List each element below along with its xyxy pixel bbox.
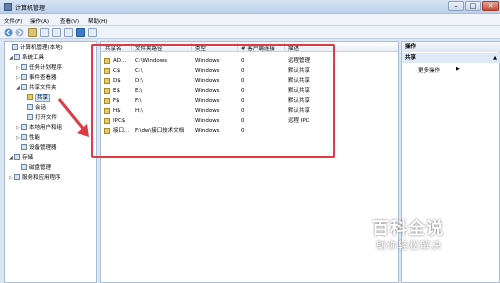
actions-header: 操作 bbox=[402, 42, 500, 52]
minimize-button[interactable]: – bbox=[448, 1, 464, 11]
performance-icon bbox=[21, 134, 27, 140]
forward-icon[interactable] bbox=[15, 28, 24, 37]
session-icon bbox=[27, 104, 33, 110]
tools-icon bbox=[14, 54, 20, 60]
disk-icon bbox=[21, 164, 27, 170]
menu-help[interactable]: 帮助(H) bbox=[88, 17, 107, 25]
watermark-subtitle: 助你轻松解决 bbox=[376, 241, 442, 252]
tree-item-shares[interactable]: 共享 bbox=[27, 94, 51, 103]
open-files-icon bbox=[27, 114, 33, 120]
maximize-button[interactable]: □ bbox=[465, 1, 481, 11]
tree-item-open-files[interactable]: 打开文件 bbox=[27, 114, 57, 123]
storage-icon bbox=[14, 154, 20, 160]
refresh-icon[interactable] bbox=[52, 28, 61, 37]
actions-section-shares[interactable]: 共享 ▲ bbox=[402, 53, 500, 63]
tree-item-performance[interactable]: ▷ 性能 bbox=[16, 134, 40, 143]
close-button[interactable]: ✕ bbox=[482, 1, 499, 11]
tree-item-sessions[interactable]: 会话 bbox=[27, 104, 46, 113]
menu-view[interactable]: 查看(V) bbox=[60, 17, 79, 25]
export-list-icon[interactable] bbox=[64, 28, 73, 37]
up-folder-icon[interactable] bbox=[28, 28, 37, 37]
title-bar: 计算机管理 – □ ✕ bbox=[0, 0, 500, 14]
services-icon bbox=[14, 174, 20, 180]
watermark-title: 百科全说 bbox=[372, 219, 444, 239]
chevron-right-icon: ▶ bbox=[456, 66, 460, 72]
menu-bar: 文件(F) 操作(A) 查看(V) 帮助(H) bbox=[0, 14, 500, 26]
users-icon bbox=[21, 124, 27, 130]
show-hide-tree-icon[interactable] bbox=[40, 28, 49, 37]
tree-item-storage[interactable]: ◢ 存储 bbox=[9, 154, 33, 163]
tree-item-shared-folders[interactable]: ◢ 共享文件夹 bbox=[16, 84, 57, 93]
watermark-logo: 百科全说 助你轻松解决 bbox=[372, 214, 492, 254]
help-icon[interactable] bbox=[76, 28, 85, 37]
tree-item-computer-management[interactable]: 计算机管理(本地) bbox=[7, 44, 63, 53]
menu-file[interactable]: 文件(F) bbox=[4, 17, 22, 25]
tree-item-services-applications[interactable]: ▷ 服务和应用程序 bbox=[9, 174, 61, 183]
console-tree: 计算机管理(本地) ◢ 系统工具 ▷ 任务计划程序 ▷ 事件查看器 ◢ 共享文件夹 共享… bbox=[4, 41, 97, 283]
event-viewer-icon bbox=[21, 74, 27, 80]
tree-item-system-tools[interactable]: ◢ 系统工具 bbox=[9, 54, 44, 63]
menu-action[interactable]: 操作(A) bbox=[30, 17, 49, 25]
more-actions-link[interactable]: 更多操作 ▶ bbox=[418, 66, 460, 74]
annotation-arrow-icon bbox=[57, 98, 89, 137]
computer-icon bbox=[12, 44, 18, 50]
tree-item-task-scheduler[interactable]: ▷ 任务计划程序 bbox=[16, 64, 62, 73]
share-icon bbox=[27, 94, 33, 100]
window-title: 计算机管理 bbox=[15, 5, 46, 12]
device-manager-icon bbox=[21, 144, 27, 150]
properties-icon[interactable] bbox=[88, 28, 97, 37]
shared-folder-icon bbox=[21, 84, 27, 90]
tree-item-event-viewer[interactable]: ▷ 事件查看器 bbox=[16, 74, 57, 83]
annotation-highlight-box bbox=[91, 44, 335, 158]
collapse-up-icon[interactable]: ▲ bbox=[493, 53, 497, 63]
computer-management-icon bbox=[4, 3, 12, 11]
tree-item-disk-management[interactable]: 磁盘管理 bbox=[21, 164, 51, 173]
clock-icon bbox=[21, 64, 27, 70]
tree-item-device-manager[interactable]: 设备管理器 bbox=[21, 144, 57, 153]
back-icon[interactable] bbox=[4, 28, 13, 37]
toolbar bbox=[0, 26, 500, 39]
